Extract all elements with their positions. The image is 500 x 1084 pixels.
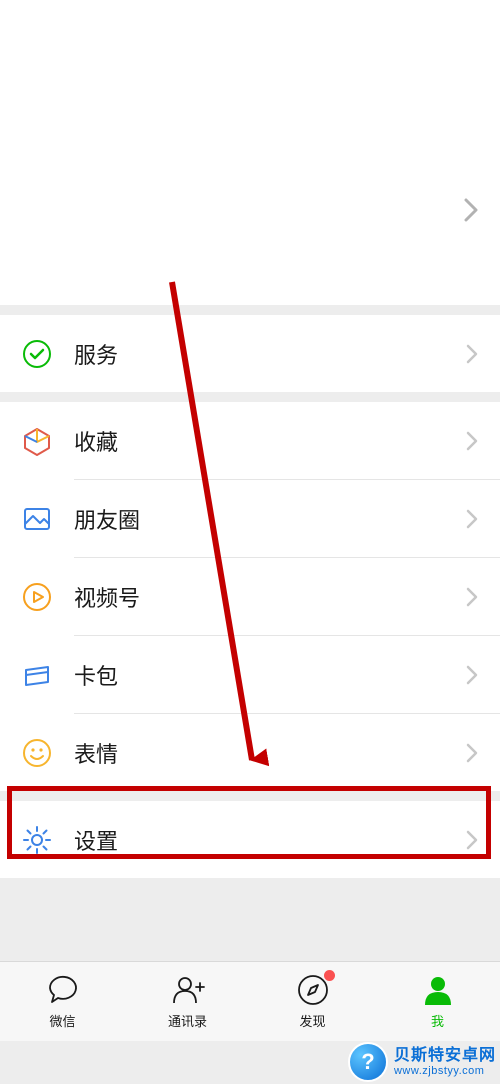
tab-wechat[interactable]: 微信 (0, 962, 125, 1041)
row-services[interactable]: 服务 (0, 315, 500, 392)
row-label: 朋友圈 (52, 503, 466, 535)
chevron-right-icon (466, 665, 478, 685)
section-gap (0, 392, 500, 402)
watermark: ? 贝斯特安卓网 www.zjbstyy.com (348, 1042, 496, 1082)
services-icon (22, 339, 52, 369)
section-services: 服务 (0, 315, 500, 392)
chevron-right-icon (466, 509, 478, 529)
tab-me[interactable]: 我 (375, 962, 500, 1041)
cards-icon (22, 660, 52, 690)
tab-bar: 微信 通讯录 发现 (0, 961, 500, 1041)
chevron-right-icon (466, 344, 478, 364)
tab-discover[interactable]: 发现 (250, 962, 375, 1041)
row-label: 收藏 (52, 425, 466, 457)
watermark-url: www.zjbstyy.com (394, 1065, 496, 1077)
chevron-right-icon (464, 198, 478, 222)
contacts-icon (171, 973, 205, 1007)
tab-label: 微信 (49, 1011, 75, 1030)
tab-label: 我 (431, 1011, 444, 1030)
row-label: 服务 (52, 338, 466, 370)
section-settings: 设置 (0, 801, 500, 878)
row-label: 设置 (52, 824, 466, 856)
screen: 服务 收藏 (0, 0, 500, 1084)
watermark-title: 贝斯特安卓网 (394, 1047, 496, 1065)
row-channels[interactable]: 视频号 (0, 558, 500, 635)
row-label: 卡包 (52, 659, 466, 691)
section-main: 收藏 朋友圈 (0, 402, 500, 791)
section-gap (0, 305, 500, 315)
channels-icon (22, 582, 52, 612)
row-label: 表情 (52, 737, 466, 769)
chevron-right-icon (466, 587, 478, 607)
stickers-icon (22, 738, 52, 768)
watermark-logo-icon: ? (348, 1042, 388, 1082)
chevron-right-icon (466, 743, 478, 763)
favorites-icon (22, 426, 52, 456)
row-cards[interactable]: 卡包 (0, 636, 500, 713)
chat-bubble-icon (46, 973, 80, 1007)
badge-dot (324, 970, 335, 981)
watermark-text: 贝斯特安卓网 www.zjbstyy.com (394, 1047, 496, 1077)
tab-contacts[interactable]: 通讯录 (125, 962, 250, 1041)
row-favorites[interactable]: 收藏 (0, 402, 500, 479)
row-stickers[interactable]: 表情 (0, 714, 500, 791)
row-label: 视频号 (52, 581, 466, 613)
chevron-right-icon (466, 431, 478, 451)
chevron-right-icon (466, 830, 478, 850)
tab-label: 通讯录 (168, 1011, 207, 1030)
moments-icon (22, 504, 52, 534)
settings-gear-icon (22, 825, 52, 855)
tab-label: 发现 (299, 1011, 325, 1030)
profile-row[interactable] (0, 0, 500, 305)
person-icon (421, 973, 455, 1007)
row-settings[interactable]: 设置 (0, 801, 500, 878)
row-moments[interactable]: 朋友圈 (0, 480, 500, 557)
section-gap (0, 791, 500, 801)
